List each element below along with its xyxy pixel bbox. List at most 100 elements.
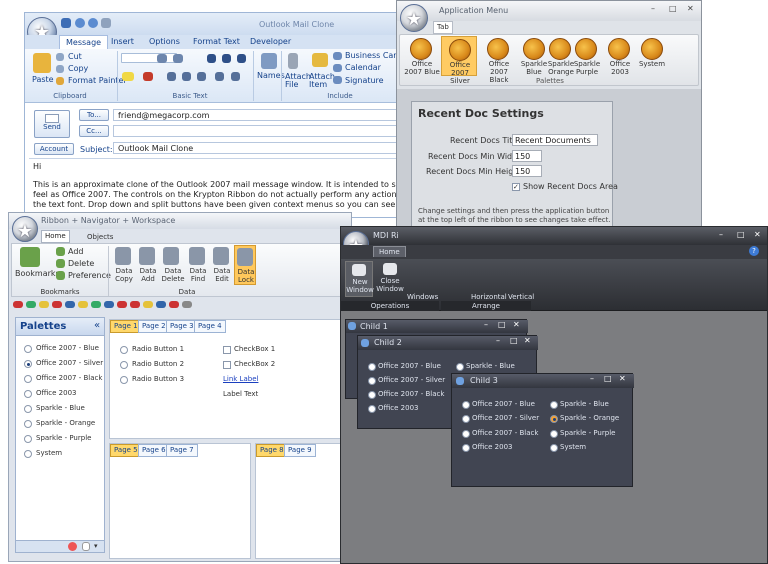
tab-developer[interactable]: Developer: [250, 37, 291, 46]
palette-radio[interactable]: [24, 435, 32, 443]
tab-page-7[interactable]: Page 7: [166, 444, 198, 457]
flag-icon[interactable]: [65, 301, 75, 308]
mdi-close-button[interactable]: ✕: [754, 230, 761, 239]
c3-radio[interactable]: [550, 401, 558, 409]
palette-system[interactable]: System: [638, 36, 666, 76]
child3-close-button[interactable]: ✕: [619, 374, 626, 383]
app-menu-app-button[interactable]: [400, 4, 428, 32]
business-card-button[interactable]: Business Card: [345, 51, 402, 60]
radio-button-2[interactable]: [120, 361, 128, 369]
undo-icon[interactable]: [75, 18, 85, 28]
tab-page-5[interactable]: Page 5: [110, 444, 142, 457]
tab-objects[interactable]: Objects: [87, 233, 113, 241]
recent-docs-min-width-input[interactable]: 150: [512, 150, 542, 162]
c2-radio[interactable]: [368, 391, 376, 399]
flag-icon[interactable]: [78, 301, 88, 308]
flag-icon[interactable]: [52, 301, 62, 308]
tab-home[interactable]: Home: [41, 230, 70, 243]
tab-page-2[interactable]: Page 2: [138, 320, 170, 333]
checkbox-1[interactable]: [223, 346, 231, 354]
vertical-button[interactable]: Vertical: [508, 293, 534, 301]
bold-icon[interactable]: [207, 54, 216, 63]
c2-radio[interactable]: [368, 377, 376, 385]
flag-icon[interactable]: [143, 301, 153, 308]
copy-button[interactable]: Copy: [68, 64, 88, 73]
palette-radio[interactable]: [24, 375, 32, 383]
flag-icon[interactable]: [13, 301, 23, 308]
bookmarks-button[interactable]: Bookmarks: [15, 269, 60, 278]
colors-icon[interactable]: [68, 542, 77, 551]
minimize-button[interactable]: –: [651, 4, 655, 13]
tab-page-3[interactable]: Page 3: [166, 320, 198, 333]
new-window-button[interactable]: New Window: [345, 261, 374, 297]
cc-field[interactable]: [113, 125, 413, 137]
rnw-app-button[interactable]: [12, 216, 38, 242]
palette-radio[interactable]: [24, 405, 32, 413]
palette-radio[interactable]: [24, 345, 32, 353]
flag-icon[interactable]: [169, 301, 179, 308]
tab-page-1[interactable]: Page 1: [110, 320, 142, 333]
child3-minimize-button[interactable]: –: [590, 374, 594, 383]
checkbox-2[interactable]: [223, 361, 231, 369]
underline-icon[interactable]: [237, 54, 246, 63]
highlight-icon[interactable]: [122, 72, 134, 81]
mdi-home-tab[interactable]: Home: [373, 246, 406, 257]
flag-icon[interactable]: [182, 301, 192, 308]
cc-button[interactable]: Cc...: [79, 125, 109, 137]
link-label[interactable]: Link Label: [223, 375, 258, 383]
data-edit-button[interactable]: Data Edit: [210, 245, 232, 285]
help-icon[interactable]: ?: [749, 246, 759, 256]
horizontal-button[interactable]: Horizontal: [471, 293, 507, 301]
send-button[interactable]: Send: [34, 110, 70, 138]
italic-icon[interactable]: [222, 54, 231, 63]
c3-radio[interactable]: [462, 430, 470, 438]
radio-button-1[interactable]: [120, 346, 128, 354]
tab-page-8[interactable]: Page 8: [256, 444, 288, 457]
c3-radio[interactable]: [462, 401, 470, 409]
radio-button-3[interactable]: [120, 376, 128, 384]
paste-icon[interactable]: [33, 53, 51, 73]
to-field[interactable]: friend@megacorp.com: [113, 109, 413, 121]
palette-sparkle-orange[interactable]: Sparkle Orange: [546, 36, 574, 76]
show-recent-docs-checkbox[interactable]: ✓: [512, 183, 520, 191]
account-button[interactable]: Account: [34, 143, 74, 155]
data-add-button[interactable]: Data Add: [136, 245, 158, 285]
redo-icon[interactable]: [88, 18, 98, 28]
recent-docs-title-input[interactable]: Recent Documents: [512, 134, 598, 146]
delete-button[interactable]: Delete: [68, 259, 94, 268]
flag-icon[interactable]: [91, 301, 101, 308]
child2-maximize-button[interactable]: □: [510, 336, 518, 345]
flag-icon[interactable]: [26, 301, 36, 308]
c3-radio[interactable]: [462, 415, 470, 423]
data-find-button[interactable]: Data Find: [186, 245, 208, 285]
palette-radio[interactable]: [24, 360, 32, 368]
palette-office2007-silver[interactable]: Office 2007 Silver: [441, 36, 477, 85]
subject-field[interactable]: Outlook Mail Clone: [113, 142, 413, 154]
collapse-icon[interactable]: «: [94, 320, 100, 331]
close-button[interactable]: ✕: [687, 4, 694, 13]
numbering-icon[interactable]: [173, 54, 183, 63]
attach-item-button[interactable]: Attach Item: [309, 73, 335, 89]
c3-radio[interactable]: [550, 415, 558, 423]
child2-minimize-button[interactable]: –: [496, 336, 500, 345]
data-delete-button[interactable]: Data Delete: [160, 245, 185, 285]
to-button[interactable]: To...: [79, 109, 109, 121]
attach-file-button[interactable]: Attach File: [285, 73, 311, 89]
palette-office2003[interactable]: Office 2003: [602, 36, 636, 76]
c3-radio[interactable]: [550, 430, 558, 438]
mdi-maximize-button[interactable]: □: [737, 230, 745, 239]
add-button[interactable]: Add: [68, 247, 84, 256]
preference-button[interactable]: Preference: [68, 271, 111, 280]
font-icon[interactable]: [121, 53, 177, 63]
attach-file-icon[interactable]: [288, 53, 298, 69]
data-lock-button[interactable]: Data Lock: [234, 245, 256, 285]
print-icon[interactable]: [101, 18, 111, 28]
tab-format-text[interactable]: Format Text: [193, 37, 240, 46]
child2-close-button[interactable]: ✕: [524, 336, 531, 345]
tab-page-9[interactable]: Page 9: [284, 444, 316, 457]
tab-insert[interactable]: Insert: [111, 37, 134, 46]
names-icon[interactable]: [261, 53, 277, 69]
close-window-button[interactable]: Close Window: [375, 261, 405, 297]
signature-button[interactable]: Signature: [345, 76, 384, 85]
bookmarks-icon[interactable]: [20, 247, 40, 267]
